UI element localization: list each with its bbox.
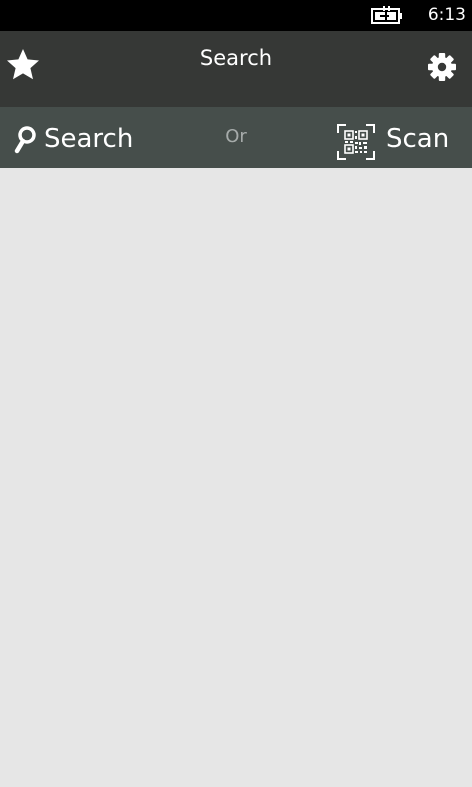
search-button[interactable]: Search <box>10 119 140 159</box>
settings-button[interactable] <box>424 49 460 85</box>
results-area <box>0 168 472 787</box>
action-bar: Search Or Scan <box>0 107 472 168</box>
search-label: Search <box>44 124 134 154</box>
status-bar: 6:13 <box>0 0 472 31</box>
qr-code-icon <box>337 124 375 160</box>
battery-charging-icon <box>371 6 402 24</box>
star-icon <box>7 49 39 80</box>
scan-label: Scan <box>386 124 450 154</box>
status-time: 6:13 <box>427 5 466 25</box>
app-header: Search <box>0 31 472 107</box>
scan-button[interactable]: Scan <box>334 119 458 160</box>
magnifier-icon <box>14 126 36 154</box>
or-separator: Or <box>225 126 247 147</box>
gear-icon <box>428 53 456 81</box>
app-screen: 6:13 Search Search Or Scan <box>0 0 472 787</box>
favorites-button[interactable] <box>4 46 42 84</box>
page-title: Search <box>199 46 273 70</box>
